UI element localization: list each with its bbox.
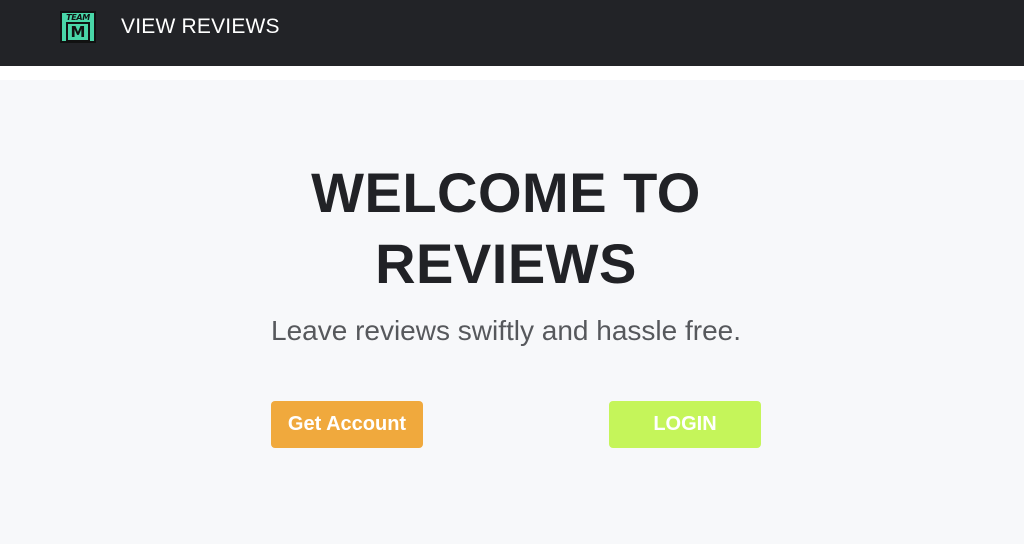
- login-button[interactable]: LOGIN: [609, 401, 761, 448]
- logo-m-letter: M: [65, 22, 91, 41]
- view-reviews-link[interactable]: VIEW REVIEWS: [121, 14, 280, 40]
- hero-title-line1: WELCOME TO: [311, 161, 701, 224]
- hero-title-line2: REVIEWS: [375, 232, 637, 295]
- logo-team-text: TEAM: [66, 13, 90, 22]
- get-account-button[interactable]: Get Account: [271, 401, 423, 448]
- hero-subtitle: Leave reviews swiftly and hassle free.: [271, 315, 741, 346]
- hero-section: WELCOME TO REVIEWS Leave reviews swiftly…: [0, 80, 1024, 544]
- navbar-separator: [0, 66, 1024, 80]
- hero-title: WELCOME TO REVIEWS: [200, 157, 812, 299]
- team-m-logo[interactable]: TEAM M: [60, 11, 96, 43]
- top-navbar: TEAM M VIEW REVIEWS: [0, 0, 1024, 66]
